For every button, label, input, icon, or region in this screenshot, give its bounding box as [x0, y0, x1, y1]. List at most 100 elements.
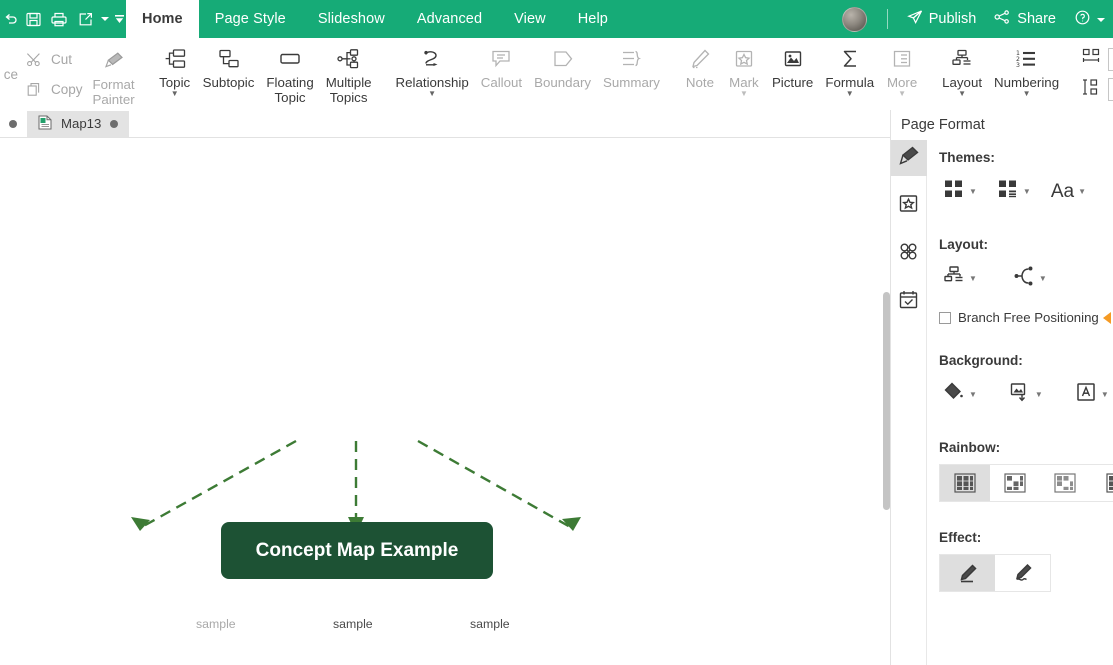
export-icon[interactable] [72, 0, 98, 38]
more-caret-icon[interactable]: ▼ [898, 90, 906, 98]
relationship-caret-icon[interactable]: ▼ [428, 90, 436, 98]
relationship-button[interactable]: Relationship ▼ [390, 38, 475, 110]
numbering-button[interactable]: 1 2 3 Numbering ▼ [988, 38, 1065, 110]
rail-clover-button[interactable] [891, 236, 927, 272]
subtopic-button[interactable]: Subtopic [197, 38, 261, 110]
save-icon[interactable] [20, 0, 46, 38]
horizontal-spacing-input[interactable]: 30 [1108, 47, 1113, 71]
central-topic-node[interactable]: Concept Map Example [221, 522, 493, 579]
rail-clipart-button[interactable] [891, 188, 927, 224]
rainbow-grid-icon [1004, 473, 1026, 493]
theme-font-caret-icon[interactable]: ▼ [1078, 187, 1086, 196]
clover-icon [898, 241, 919, 267]
tab-advanced[interactable]: Advanced [401, 0, 498, 38]
watermark-caret-icon[interactable]: ▼ [1101, 390, 1109, 399]
note-button[interactable]: Note [678, 38, 722, 110]
more-button[interactable]: More ▼ [880, 38, 924, 110]
boundary-button[interactable]: Boundary [528, 38, 597, 110]
formula-button[interactable]: Formula ▼ [819, 38, 880, 110]
formula-label: Formula [825, 75, 875, 90]
topic-caret-icon[interactable]: ▼ [171, 90, 179, 98]
effect-label: Effect: [939, 530, 982, 545]
share-button[interactable]: Share [985, 0, 1065, 38]
rail-task-button[interactable] [891, 284, 927, 320]
layout-button[interactable]: Layout ▼ [936, 38, 988, 110]
background-image-button[interactable]: ▼ [1005, 377, 1049, 412]
undo-icon[interactable] [2, 0, 20, 38]
rainbow-option-1[interactable] [940, 465, 990, 501]
theme-font-button[interactable]: Aa ▼ [1047, 177, 1092, 207]
map-canvas[interactable]: Concept Map Example sample sample sample… [0, 138, 890, 665]
tab-slideshow[interactable]: Slideshow [302, 0, 401, 38]
horizontal-spacing-icon [1081, 47, 1101, 72]
tab-page-style[interactable]: Page Style [199, 0, 302, 38]
tab-help[interactable]: Help [562, 0, 624, 38]
layout-structure-caret-icon[interactable]: ▼ [969, 274, 977, 283]
layout-branch-button[interactable]: ▼ [1009, 261, 1053, 296]
theme-grid-caret-icon[interactable]: ▼ [969, 187, 977, 196]
rainbow-grid-icon [1054, 473, 1076, 493]
customize-toolbar-icon[interactable] [112, 0, 126, 38]
page-format-icon [898, 145, 920, 172]
copy-button[interactable]: Copy [20, 74, 87, 104]
background-image-caret-icon[interactable]: ▼ [1035, 390, 1043, 399]
avatar[interactable] [841, 6, 867, 32]
note-icon [688, 46, 712, 72]
watermark-button[interactable]: ▼ [1071, 377, 1113, 412]
rail-page-format-button[interactable] [890, 140, 927, 176]
help-button[interactable] [1065, 0, 1107, 38]
mark-caret-icon[interactable]: ▼ [740, 90, 748, 98]
summary-button[interactable]: Summary [597, 38, 666, 110]
edge-label-middle[interactable]: sample [333, 617, 373, 631]
mark-button[interactable]: Mark ▼ [722, 38, 766, 110]
doc-tab-map13[interactable]: Map13 [27, 110, 130, 137]
cut-button[interactable]: Cut [20, 44, 87, 74]
rainbow-option-4[interactable] [1090, 465, 1113, 501]
callout-button[interactable]: Callout [475, 38, 528, 110]
ribbon-group-spacing: 30 30 [1077, 38, 1113, 110]
vertical-spacing-input[interactable]: 30 [1108, 77, 1113, 101]
layout-structure-button[interactable]: ▼ [939, 261, 983, 296]
floating-topic-button[interactable]: Floating Topic [260, 38, 319, 110]
rainbow-option-2[interactable] [990, 465, 1040, 501]
share-icon [994, 9, 1011, 29]
layout-caret-icon[interactable]: ▼ [958, 90, 966, 98]
layout-branch-caret-icon[interactable]: ▼ [1039, 274, 1047, 283]
edge-label-left[interactable]: sample [196, 617, 236, 631]
edge-label-right[interactable]: sample [470, 617, 510, 631]
format-painter-label: Format Painter [92, 77, 135, 107]
theme-list-icon [997, 178, 1019, 205]
numbering-caret-icon[interactable]: ▼ [1023, 90, 1031, 98]
multiple-topics-button[interactable]: Multiple Topics [320, 38, 378, 110]
title-bar-right: Publish Share [838, 0, 1113, 38]
tab-view[interactable]: View [498, 0, 562, 38]
copy-label: Copy [51, 81, 83, 97]
topic-button[interactable]: Topic ▼ [153, 38, 197, 110]
paste-button[interactable]: ce [4, 59, 18, 89]
print-icon[interactable] [46, 0, 72, 38]
map-file-icon [38, 115, 52, 133]
picture-button[interactable]: Picture [766, 38, 819, 110]
formula-caret-icon[interactable]: ▼ [846, 90, 854, 98]
rainbow-option-3[interactable] [1040, 465, 1090, 501]
quick-access-caret-icon[interactable] [98, 0, 112, 38]
watermark-icon [1075, 381, 1097, 408]
tab-home[interactable]: Home [126, 0, 199, 38]
tab-strip-left-dot-icon[interactable] [9, 119, 17, 128]
doc-tab-close-icon[interactable] [110, 119, 119, 128]
effect-straight-button[interactable] [940, 555, 995, 591]
branch-free-positioning-row[interactable]: Branch Free Positioning [939, 310, 1113, 325]
theme-list-caret-icon[interactable]: ▼ [1023, 187, 1031, 196]
ribbon-group-clipboard: ce Cut Copy Format Painter [0, 38, 141, 110]
theme-grid-button[interactable]: ▼ [939, 174, 983, 209]
multiple-topics-icon [336, 46, 362, 72]
format-painter-button[interactable]: Format Painter [87, 38, 141, 110]
layout-structure-icon [943, 265, 965, 292]
effect-sketch-button[interactable] [995, 555, 1050, 591]
fill-color-button[interactable]: ▼ [939, 377, 983, 412]
publish-button[interactable]: Publish [898, 0, 986, 38]
branch-free-positioning-checkbox[interactable] [939, 311, 951, 324]
fill-color-caret-icon[interactable]: ▼ [969, 390, 977, 399]
canvas-scrollbar-thumb[interactable] [883, 292, 890, 510]
theme-list-button[interactable]: ▼ [993, 174, 1037, 209]
